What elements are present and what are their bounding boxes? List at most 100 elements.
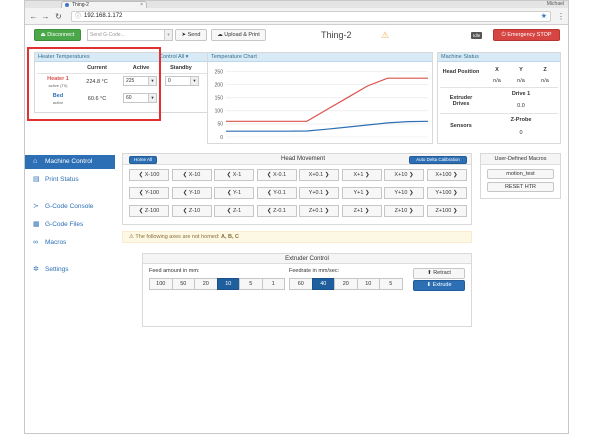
feed-amount-option[interactable]: 20 <box>194 278 218 290</box>
browser-menu-icon[interactable]: ⋮ <box>557 12 565 21</box>
jog-button[interactable]: ❮ Z-100 <box>129 205 169 217</box>
sidebar-item-machine-control[interactable]: ⌂ Machine Control <box>25 155 115 169</box>
forward-icon[interactable]: → <box>41 12 50 21</box>
jog-label: Y-0.1 <box>273 190 286 196</box>
jog-button[interactable]: X+10 ❯ <box>384 169 424 181</box>
sidebar-item-macros[interactable]: ∞ Macros <box>25 236 115 250</box>
jog-button[interactable]: Y+1 ❯ <box>341 187 382 199</box>
not-homed-warning: ⚠ The following axes are not homed: A, B… <box>122 231 472 243</box>
feed-amount-option[interactable]: 10 <box>216 278 240 290</box>
address-bar[interactable]: ⓘ 192.168.1.172 ★ <box>71 11 551 22</box>
send-button[interactable]: ➤ Send <box>175 29 207 41</box>
jog-button[interactable]: Y+100 ❯ <box>426 187 467 199</box>
disconnect-button[interactable]: ⏏ Disconnect <box>34 29 81 41</box>
link-icon: ∞ <box>33 239 38 246</box>
bookmark-star-icon[interactable]: ★ <box>541 12 547 21</box>
jog-button[interactable]: Z+1 ❯ <box>341 205 382 217</box>
machine-status-title: Machine Status <box>438 53 560 62</box>
feedrate-option[interactable]: 40 <box>311 278 335 290</box>
heater-1-standby-input[interactable]: 0 ▼ <box>165 76 199 86</box>
jog-button[interactable]: ❮ X-0.1 <box>256 169 297 181</box>
jog-button[interactable]: Z+100 ❯ <box>426 205 467 217</box>
jog-button[interactable]: ❮ X-100 <box>129 169 169 181</box>
chevron-down-icon[interactable]: ▼ <box>164 30 172 40</box>
jog-button[interactable]: X+100 ❯ <box>426 169 467 181</box>
jog-button[interactable]: ❮ Y-100 <box>129 187 169 199</box>
upload-print-button[interactable]: ☁ Upload & Print <box>211 29 266 41</box>
chevron-down-icon[interactable]: ▼ <box>190 77 198 85</box>
axis-y-value: n/a <box>517 78 525 84</box>
chevron-left-icon: ❮ <box>226 208 232 214</box>
jog-button[interactable]: ❮ Y-0.1 <box>256 187 297 199</box>
retract-button[interactable]: ⬆ Retract <box>413 268 465 279</box>
print-status-icon: ▤ <box>33 176 40 183</box>
jog-label: Y-100 <box>144 190 160 196</box>
chevron-left-icon: ❮ <box>266 172 272 178</box>
emergency-stop-button[interactable]: ⏻ Emergency STOP <box>493 29 560 41</box>
auto-delta-calibration-button[interactable]: Auto Delta Calibration <box>409 156 467 164</box>
jog-button[interactable]: Z+0.1 ❯ <box>299 205 339 217</box>
jog-button[interactable]: Y+0.1 ❯ <box>299 187 339 199</box>
macro-reset-htr-button[interactable]: RESET HTR <box>487 182 554 192</box>
upload-icon: ☁ <box>217 32 223 38</box>
jog-label: X+10 <box>394 172 408 178</box>
jog-button[interactable]: ❮ Y-10 <box>171 187 212 199</box>
jog-button[interactable]: Y+10 ❯ <box>384 187 424 199</box>
jog-button[interactable]: Z+10 ❯ <box>384 205 424 217</box>
feed-amount-option[interactable]: 1 <box>261 278 285 290</box>
chevron-right-icon: ❯ <box>364 208 370 214</box>
jog-button[interactable]: ❮ Z-1 <box>214 205 254 217</box>
jog-label: Y+0.1 <box>308 190 324 196</box>
axis-z-value: n/a <box>541 78 549 84</box>
feed-amount-option[interactable]: 100 <box>149 278 173 290</box>
drive-value: 0.0 <box>517 103 525 109</box>
jog-button[interactable]: ❮ Z-0.1 <box>256 205 297 217</box>
gcode-input[interactable]: Send G-Code... ▼ <box>87 29 173 41</box>
machine-status-panel: Machine Status Head Position X Y Z n/a n… <box>437 52 561 144</box>
jog-button[interactable]: X+1 ❯ <box>341 169 382 181</box>
sidebar-item-print-status[interactable]: ▤ Print Status <box>25 173 115 187</box>
send-label: Send <box>187 32 201 38</box>
info-icon[interactable]: ⓘ <box>75 13 81 22</box>
y-tick-label: 50 <box>217 122 223 128</box>
chevron-right-icon: ❯ <box>324 208 330 214</box>
control-all-dropdown[interactable]: Control All ▾ <box>159 53 188 62</box>
home-all-button[interactable]: Home All <box>129 156 157 164</box>
jog-label: Z+100 <box>435 208 452 214</box>
jog-grid: ❮ X-100 ❮ X-10 ❮ X-1 ❮ X-0.1 X+0.1 ❯ X+1 ❯ X+1… <box>129 169 469 223</box>
sidebar: ⌂ Machine Control ▤ Print Status ≻ G-Code C… <box>25 153 117 283</box>
extrude-button[interactable]: ⬇ Extrude <box>413 280 465 291</box>
browser-tab[interactable]: Thing-2 × <box>61 1 147 8</box>
feedrate-option[interactable]: 20 <box>334 278 358 290</box>
jog-button[interactable]: ❮ X-10 <box>171 169 212 181</box>
chevron-left-icon: ❮ <box>182 190 188 196</box>
jog-label: Z+0.1 <box>308 208 324 214</box>
jog-button[interactable]: X+0.1 ❯ <box>299 169 339 181</box>
y-tick-label: 200 <box>215 82 224 88</box>
feed-amount-option[interactable]: 50 <box>171 278 195 290</box>
feedrate-group: 60 40 20 10 5 <box>289 278 405 290</box>
macro-motion-test-button[interactable]: motion_test <box>487 169 554 179</box>
sidebar-item-settings[interactable]: ✲ Settings <box>25 263 115 277</box>
feed-amount-option[interactable]: 5 <box>239 278 263 290</box>
chevron-left-icon: ❮ <box>182 172 188 178</box>
feedrate-option[interactable]: 10 <box>356 278 380 290</box>
divider <box>440 113 558 114</box>
jog-button[interactable]: ❮ Y-1 <box>214 187 254 199</box>
sidebar-item-gcode-files[interactable]: ▦ G-Code Files <box>25 218 115 232</box>
machine-name: Thing-2 <box>321 30 352 40</box>
feedrate-label: Feedrate in mm/sec: <box>289 268 340 274</box>
feedrate-option[interactable]: 5 <box>379 278 403 290</box>
sidebar-item-gcode-console[interactable]: ≻ G-Code Console <box>25 200 115 214</box>
feedrate-option[interactable]: 60 <box>289 278 313 290</box>
jog-label: Z-10 <box>188 208 201 214</box>
jog-button[interactable]: ❮ X-1 <box>214 169 254 181</box>
files-icon: ▦ <box>33 221 40 228</box>
reload-icon[interactable]: ↻ <box>54 12 63 21</box>
jog-label: Y+1 <box>353 190 364 196</box>
disconnect-icon: ⏏ <box>40 32 46 38</box>
back-icon[interactable]: ← <box>29 12 38 21</box>
chevron-left-icon: ❮ <box>267 208 272 214</box>
axis-x-value: n/a <box>493 78 501 84</box>
jog-button[interactable]: ❮ Z-10 <box>171 205 212 217</box>
